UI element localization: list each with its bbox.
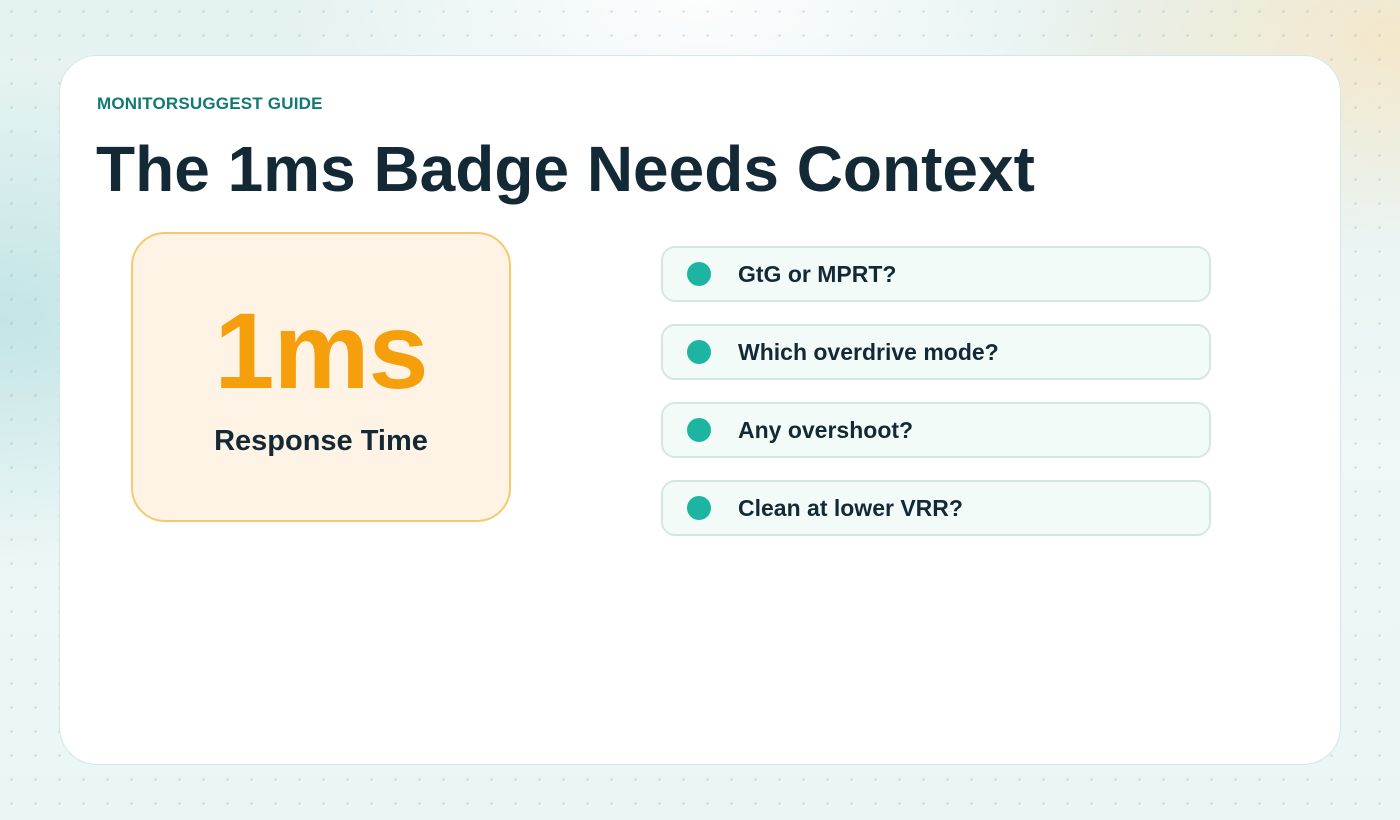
question-list: GtG or MPRT? Which overdrive mode? Any o… <box>661 246 1211 536</box>
question-label: Clean at lower VRR? <box>738 494 963 521</box>
badge-value: 1ms <box>214 290 428 411</box>
page-title: The 1ms Badge Needs Context <box>96 133 1035 205</box>
eyebrow-label: MONITORSUGGEST GUIDE <box>97 94 323 113</box>
question-item-overshoot: Any overshoot? <box>661 402 1211 458</box>
response-time-badge: 1ms Response Time <box>131 232 511 522</box>
teal-dot-icon <box>687 418 711 442</box>
question-label: Which overdrive mode? <box>738 338 999 365</box>
question-item-lower-vrr: Clean at lower VRR? <box>661 480 1211 536</box>
question-item-overdrive-mode: Which overdrive mode? <box>661 324 1211 380</box>
question-label: GtG or MPRT? <box>738 260 897 287</box>
teal-dot-icon <box>687 262 711 286</box>
teal-dot-icon <box>687 496 711 520</box>
guide-card: MONITORSUGGEST GUIDE The 1ms Badge Needs… <box>59 55 1341 765</box>
question-item-gtg-mprt: GtG or MPRT? <box>661 246 1211 302</box>
teal-dot-icon <box>687 340 711 364</box>
question-label: Any overshoot? <box>738 416 914 443</box>
badge-label: Response Time <box>214 425 428 457</box>
